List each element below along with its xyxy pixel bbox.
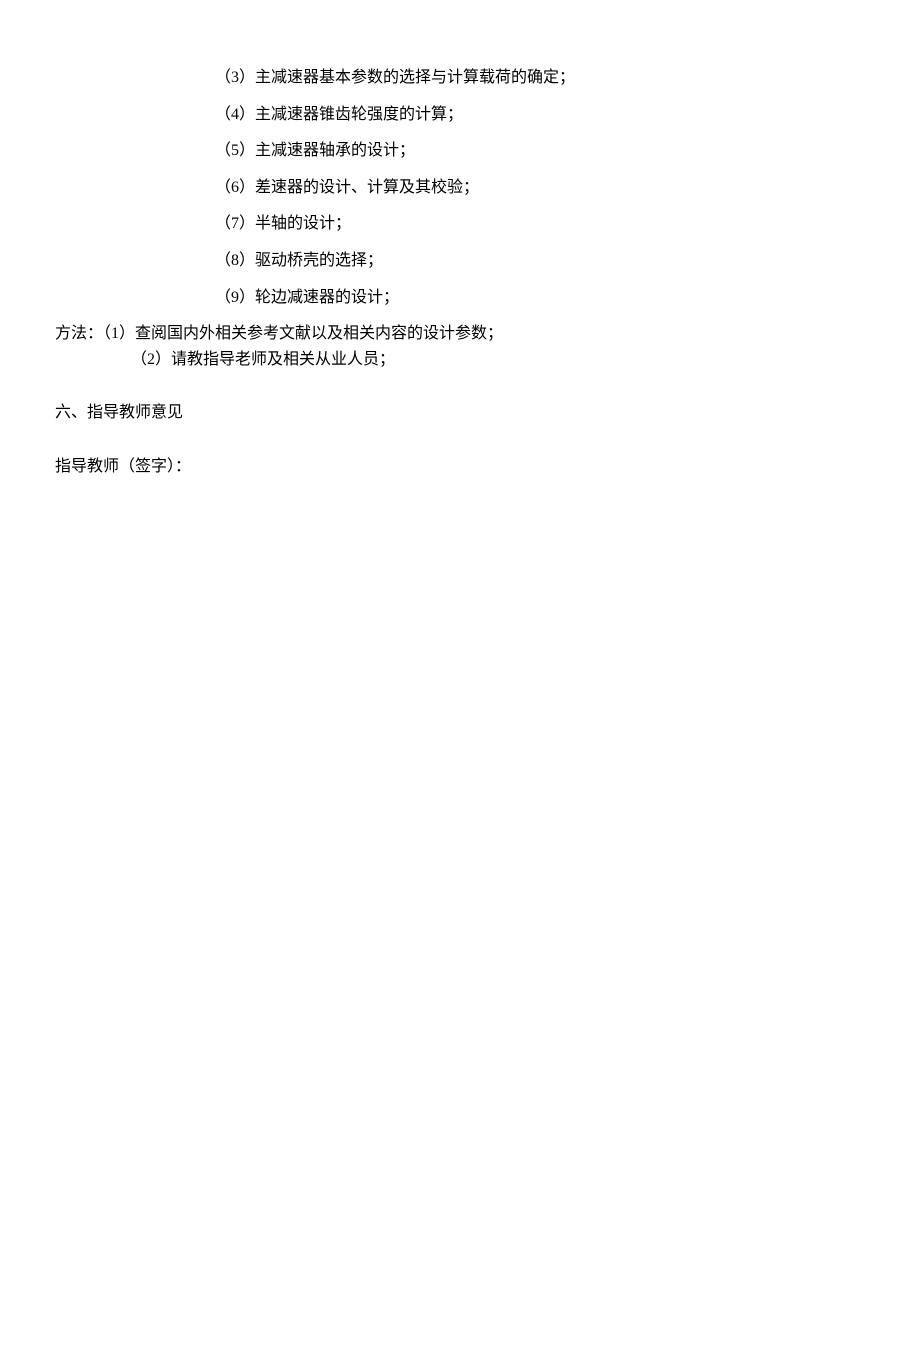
method-label: 方法： xyxy=(55,325,103,342)
document-content: （3）主减速器基本参数的选择与计算载荷的确定； （4）主减速器锥齿轮强度的计算；… xyxy=(55,65,865,480)
list-item: （8）驱动桥壳的选择； xyxy=(215,248,865,274)
method-item-1: （1）查阅国内外相关参考文献以及相关内容的设计参数； xyxy=(103,325,503,342)
list-item: （3）主减速器基本参数的选择与计算载荷的确定； xyxy=(215,65,865,91)
list-item: （5）主减速器轴承的设计； xyxy=(215,138,865,164)
method-line-2: （2）请教指导老师及相关从业人员； xyxy=(55,347,865,373)
list-item: （9）轮边减速器的设计； xyxy=(215,285,865,311)
method-line-1: 方法：（1）查阅国内外相关参考文献以及相关内容的设计参数； xyxy=(55,321,865,347)
method-section: 方法：（1）查阅国内外相关参考文献以及相关内容的设计参数； （2）请教指导老师及… xyxy=(55,321,865,372)
list-item: （6）差速器的设计、计算及其校验； xyxy=(215,175,865,201)
list-item: （7）半轴的设计； xyxy=(215,211,865,237)
section-heading: 六、指导教师意见 xyxy=(55,400,865,426)
list-item: （4）主减速器锥齿轮强度的计算； xyxy=(215,102,865,128)
signature-line: 指导教师（签字）： xyxy=(55,454,865,480)
numbered-list: （3）主减速器基本参数的选择与计算载荷的确定； （4）主减速器锥齿轮强度的计算；… xyxy=(55,65,865,310)
method-item-2: （2）请教指导老师及相关从业人员； xyxy=(131,351,395,368)
